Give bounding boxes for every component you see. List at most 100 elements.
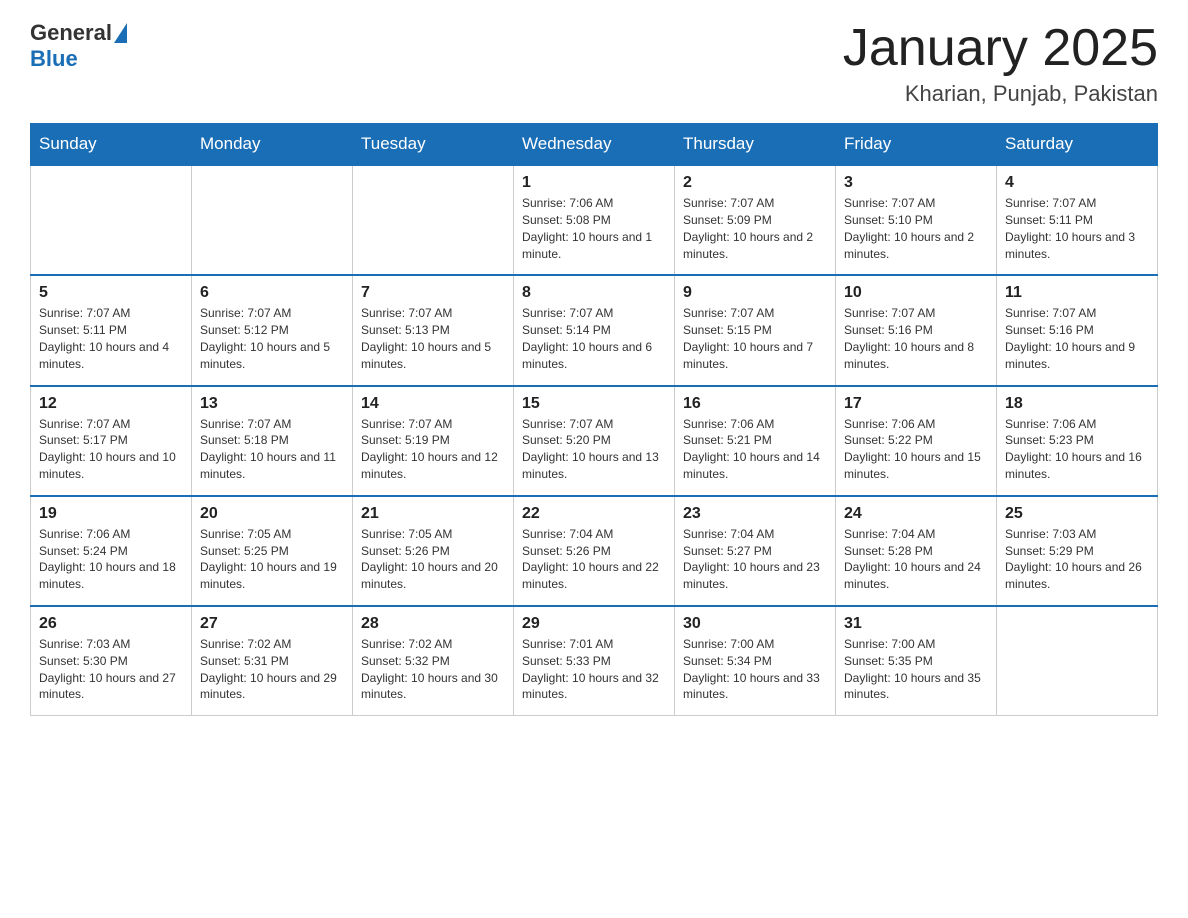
day-cell: 15 Sunrise: 7:07 AMSunset: 5:20 PMDayligh… <box>514 386 675 496</box>
day-info: Sunrise: 7:07 AMSunset: 5:13 PMDaylight:… <box>361 305 505 372</box>
day-cell <box>353 165 514 275</box>
day-number: 2 <box>683 174 827 192</box>
day-cell: 13Sunrise: 7:07 AMSunset: 5:18 PMDayligh… <box>192 386 353 496</box>
day-number: 29 <box>522 615 666 633</box>
day-info: Sunrise: 7:04 AMSunset: 5:28 PMDaylight:… <box>844 526 988 593</box>
col-header-monday: Monday <box>192 124 353 166</box>
day-cell: 30Sunrise: 7:00 AMSunset: 5:34 PMDayligh… <box>675 606 836 716</box>
day-info: Sunrise: 7:07 AMSunset: 5:20 PMDaylight:… <box>522 416 666 483</box>
day-number: 25 <box>1005 505 1149 523</box>
day-cell: 3 Sunrise: 7:07 AMSunset: 5:10 PMDaylight… <box>836 165 997 275</box>
day-number: 3 <box>844 174 988 192</box>
day-cell: 16 Sunrise: 7:06 AMSunset: 5:21 PMDayligh… <box>675 386 836 496</box>
day-info: Sunrise: 7:07 AMSunset: 5:16 PMDaylight:… <box>844 305 988 372</box>
day-number: 18 <box>1005 395 1149 413</box>
day-cell: 11 Sunrise: 7:07 AMSunset: 5:16 PMDayligh… <box>997 275 1158 385</box>
day-number: 8 <box>522 284 666 302</box>
day-cell <box>31 165 192 275</box>
day-cell: 21 Sunrise: 7:05 AMSunset: 5:26 PMDayligh… <box>353 496 514 606</box>
day-cell: 24 Sunrise: 7:04 AMSunset: 5:28 PMDayligh… <box>836 496 997 606</box>
day-info: Sunrise: 7:06 AMSunset: 5:24 PMDaylight:… <box>39 526 183 593</box>
col-header-wednesday: Wednesday <box>514 124 675 166</box>
logo-blue-text: Blue <box>30 46 78 71</box>
day-cell: 7 Sunrise: 7:07 AMSunset: 5:13 PMDaylight… <box>353 275 514 385</box>
day-number: 16 <box>683 395 827 413</box>
location-title: Kharian, Punjab, Pakistan <box>843 81 1158 107</box>
day-cell: 17Sunrise: 7:06 AMSunset: 5:22 PMDayligh… <box>836 386 997 496</box>
day-cell: 25 Sunrise: 7:03 AMSunset: 5:29 PMDayligh… <box>997 496 1158 606</box>
day-cell: 27Sunrise: 7:02 AMSunset: 5:31 PMDayligh… <box>192 606 353 716</box>
week-row-2: 5 Sunrise: 7:07 AMSunset: 5:11 PMDaylight… <box>31 275 1158 385</box>
day-info: Sunrise: 7:02 AMSunset: 5:31 PMDaylight:… <box>200 636 344 703</box>
day-cell: 6 Sunrise: 7:07 AMSunset: 5:12 PMDaylight… <box>192 275 353 385</box>
day-cell: 19 Sunrise: 7:06 AMSunset: 5:24 PMDayligh… <box>31 496 192 606</box>
day-info: Sunrise: 7:04 AMSunset: 5:27 PMDaylight:… <box>683 526 827 593</box>
day-number: 12 <box>39 395 183 413</box>
day-cell: 26Sunrise: 7:03 AMSunset: 5:30 PMDayligh… <box>31 606 192 716</box>
day-info: Sunrise: 7:07 AMSunset: 5:15 PMDaylight:… <box>683 305 827 372</box>
day-number: 24 <box>844 505 988 523</box>
day-info: Sunrise: 7:07 AMSunset: 5:16 PMDaylight:… <box>1005 305 1149 372</box>
day-info: Sunrise: 7:05 AMSunset: 5:26 PMDaylight:… <box>361 526 505 593</box>
day-info: Sunrise: 7:07 AMSunset: 5:09 PMDaylight:… <box>683 195 827 262</box>
day-info: Sunrise: 7:03 AMSunset: 5:29 PMDaylight:… <box>1005 526 1149 593</box>
day-cell: 28 Sunrise: 7:02 AMSunset: 5:32 PMDayligh… <box>353 606 514 716</box>
day-number: 22 <box>522 505 666 523</box>
day-info: Sunrise: 7:05 AMSunset: 5:25 PMDaylight:… <box>200 526 344 593</box>
day-cell: 9 Sunrise: 7:07 AMSunset: 5:15 PMDaylight… <box>675 275 836 385</box>
header-row: SundayMondayTuesdayWednesdayThursdayFrid… <box>31 124 1158 166</box>
logo-general-text: General <box>30 20 112 46</box>
day-number: 13 <box>200 395 344 413</box>
day-cell: 10 Sunrise: 7:07 AMSunset: 5:16 PMDayligh… <box>836 275 997 385</box>
logo: General Blue <box>30 20 129 72</box>
day-info: Sunrise: 7:07 AMSunset: 5:10 PMDaylight:… <box>844 195 988 262</box>
day-number: 4 <box>1005 174 1149 192</box>
day-number: 15 <box>522 395 666 413</box>
day-cell: 29 Sunrise: 7:01 AMSunset: 5:33 PMDayligh… <box>514 606 675 716</box>
day-cell: 18Sunrise: 7:06 AMSunset: 5:23 PMDayligh… <box>997 386 1158 496</box>
day-number: 1 <box>522 174 666 192</box>
day-info: Sunrise: 7:07 AMSunset: 5:11 PMDaylight:… <box>1005 195 1149 262</box>
day-info: Sunrise: 7:07 AMSunset: 5:19 PMDaylight:… <box>361 416 505 483</box>
day-cell <box>997 606 1158 716</box>
day-cell: 22 Sunrise: 7:04 AMSunset: 5:26 PMDayligh… <box>514 496 675 606</box>
month-title: January 2025 <box>843 20 1158 77</box>
day-number: 30 <box>683 615 827 633</box>
day-number: 5 <box>39 284 183 302</box>
day-cell: 31Sunrise: 7:00 AMSunset: 5:35 PMDayligh… <box>836 606 997 716</box>
day-info: Sunrise: 7:07 AMSunset: 5:11 PMDaylight:… <box>39 305 183 372</box>
day-info: Sunrise: 7:02 AMSunset: 5:32 PMDaylight:… <box>361 636 505 703</box>
day-info: Sunrise: 7:06 AMSunset: 5:21 PMDaylight:… <box>683 416 827 483</box>
day-number: 14 <box>361 395 505 413</box>
day-number: 17 <box>844 395 988 413</box>
day-number: 9 <box>683 284 827 302</box>
week-row-3: 12Sunrise: 7:07 AMSunset: 5:17 PMDayligh… <box>31 386 1158 496</box>
day-info: Sunrise: 7:07 AMSunset: 5:14 PMDaylight:… <box>522 305 666 372</box>
day-cell: 20Sunrise: 7:05 AMSunset: 5:25 PMDayligh… <box>192 496 353 606</box>
day-cell <box>192 165 353 275</box>
day-number: 11 <box>1005 284 1149 302</box>
day-number: 28 <box>361 615 505 633</box>
page-header: General Blue January 2025 Kharian, Punja… <box>30 20 1158 107</box>
week-row-5: 26Sunrise: 7:03 AMSunset: 5:30 PMDayligh… <box>31 606 1158 716</box>
day-cell: 23 Sunrise: 7:04 AMSunset: 5:27 PMDayligh… <box>675 496 836 606</box>
day-number: 31 <box>844 615 988 633</box>
day-number: 21 <box>361 505 505 523</box>
week-row-1: 1Sunrise: 7:06 AMSunset: 5:08 PMDaylight… <box>31 165 1158 275</box>
day-info: Sunrise: 7:07 AMSunset: 5:12 PMDaylight:… <box>200 305 344 372</box>
day-cell: 12Sunrise: 7:07 AMSunset: 5:17 PMDayligh… <box>31 386 192 496</box>
day-number: 7 <box>361 284 505 302</box>
day-number: 23 <box>683 505 827 523</box>
day-info: Sunrise: 7:03 AMSunset: 5:30 PMDaylight:… <box>39 636 183 703</box>
day-info: Sunrise: 7:01 AMSunset: 5:33 PMDaylight:… <box>522 636 666 703</box>
day-cell: 14 Sunrise: 7:07 AMSunset: 5:19 PMDayligh… <box>353 386 514 496</box>
week-row-4: 19 Sunrise: 7:06 AMSunset: 5:24 PMDayligh… <box>31 496 1158 606</box>
col-header-saturday: Saturday <box>997 124 1158 166</box>
day-number: 19 <box>39 505 183 523</box>
day-number: 10 <box>844 284 988 302</box>
logo-triangle-icon <box>114 23 127 43</box>
day-info: Sunrise: 7:04 AMSunset: 5:26 PMDaylight:… <box>522 526 666 593</box>
col-header-tuesday: Tuesday <box>353 124 514 166</box>
day-cell: 5 Sunrise: 7:07 AMSunset: 5:11 PMDaylight… <box>31 275 192 385</box>
day-number: 6 <box>200 284 344 302</box>
